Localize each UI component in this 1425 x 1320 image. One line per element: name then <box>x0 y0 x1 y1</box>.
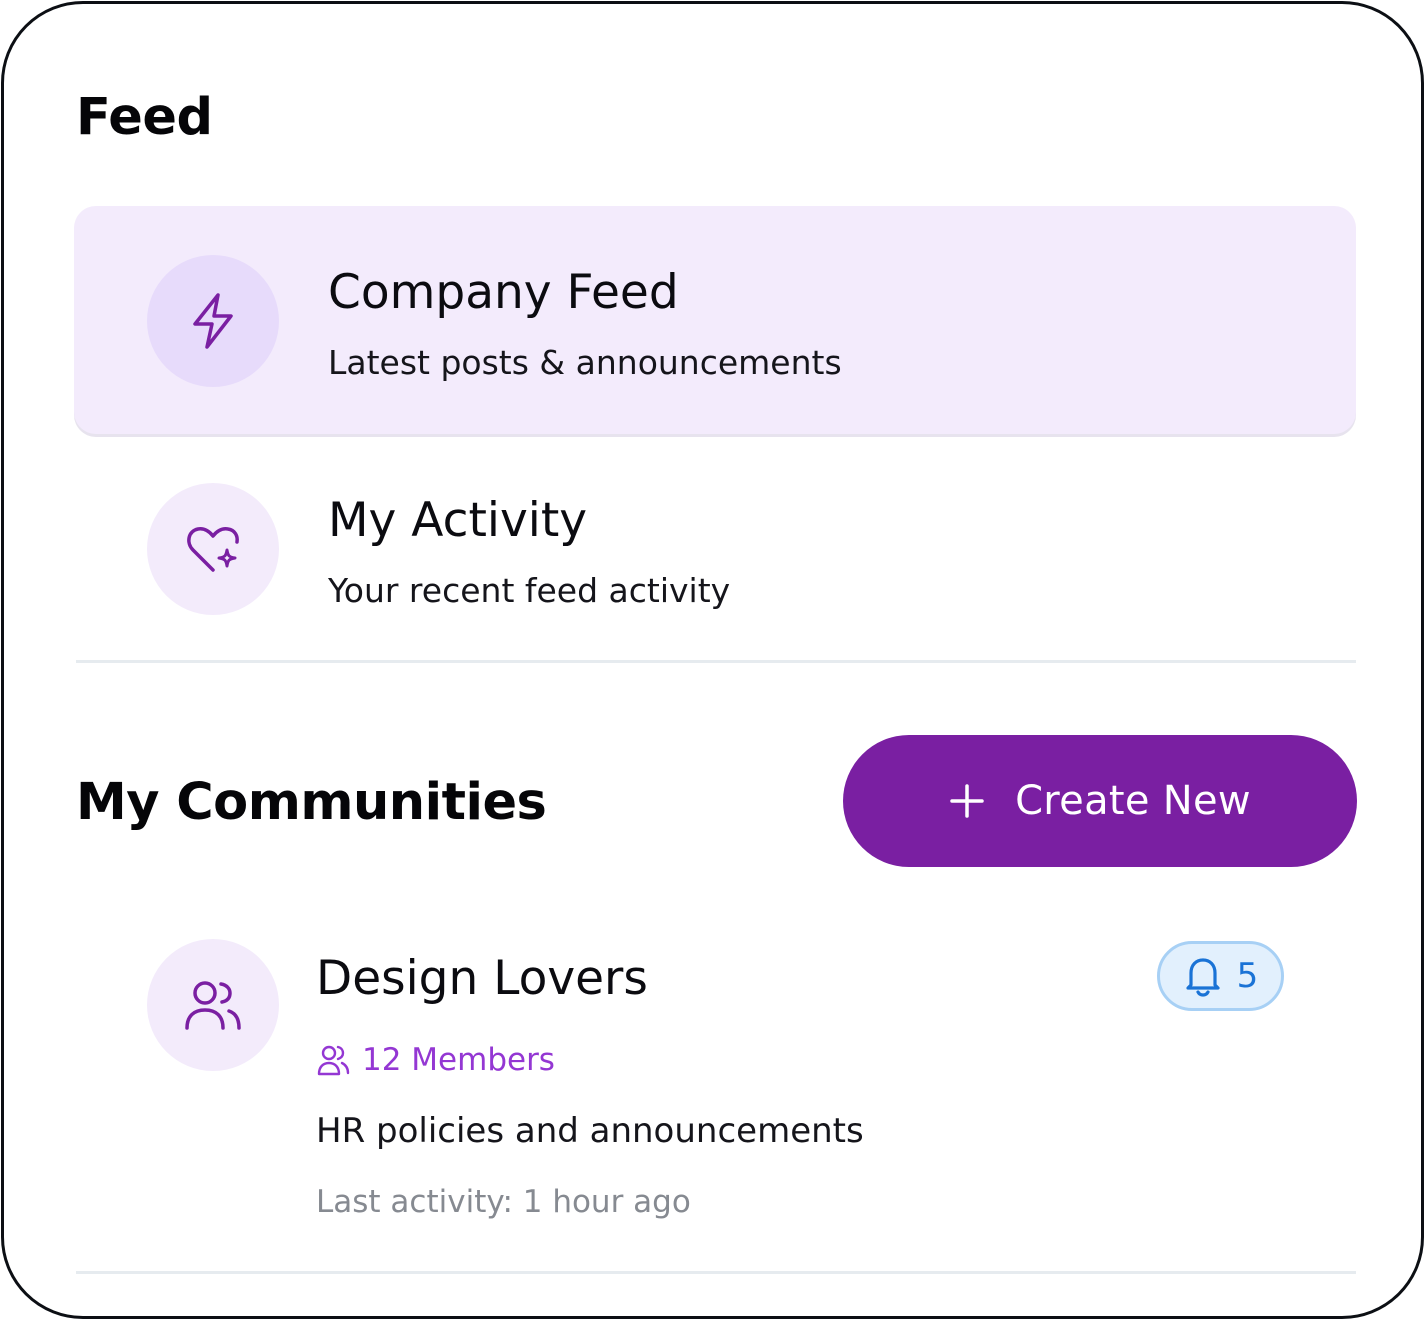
feed-item-my-activity[interactable]: My Activity Your recent feed activity <box>74 434 1356 662</box>
bell-icon <box>1186 958 1220 997</box>
community-description: HR policies and announcements <box>316 1111 864 1151</box>
section-divider <box>76 660 1356 663</box>
lightning-icon <box>193 293 233 349</box>
my-activity-title: My Activity <box>328 493 588 548</box>
users-icon <box>185 981 241 1030</box>
members-icon <box>317 1045 350 1076</box>
create-new-button[interactable]: Create New <box>843 735 1357 867</box>
feed-item-company-feed[interactable]: Company Feed Latest posts & announcement… <box>74 206 1356 434</box>
community-item-design-lovers[interactable]: Design Lovers 12 Members HR policies and… <box>74 924 1356 1254</box>
community-last-activity: Last activity: 1 hour ago <box>316 1184 691 1220</box>
community-members: 12 Members <box>316 1043 555 1077</box>
community-name: Design Lovers <box>316 951 648 1006</box>
feed-heading: Feed <box>76 88 213 147</box>
list-divider <box>76 1271 1356 1274</box>
company-feed-title: Company Feed <box>328 265 679 320</box>
my-activity-icon-circle <box>147 483 279 615</box>
feed-panel: Feed Company Feed Latest posts & announc… <box>1 1 1424 1319</box>
community-icon-circle <box>147 939 279 1071</box>
create-new-label: Create New <box>1015 778 1251 824</box>
company-feed-subtitle: Latest posts & announcements <box>328 343 842 382</box>
heart-sparkle-icon <box>187 527 239 572</box>
company-feed-icon-circle <box>147 255 279 387</box>
plus-icon <box>950 784 984 818</box>
members-count: 12 Members <box>362 1041 555 1078</box>
my-communities-heading: My Communities <box>76 773 547 832</box>
notification-badge[interactable]: 5 <box>1157 941 1284 1011</box>
my-activity-subtitle: Your recent feed activity <box>328 571 731 610</box>
notification-count: 5 <box>1236 956 1259 996</box>
